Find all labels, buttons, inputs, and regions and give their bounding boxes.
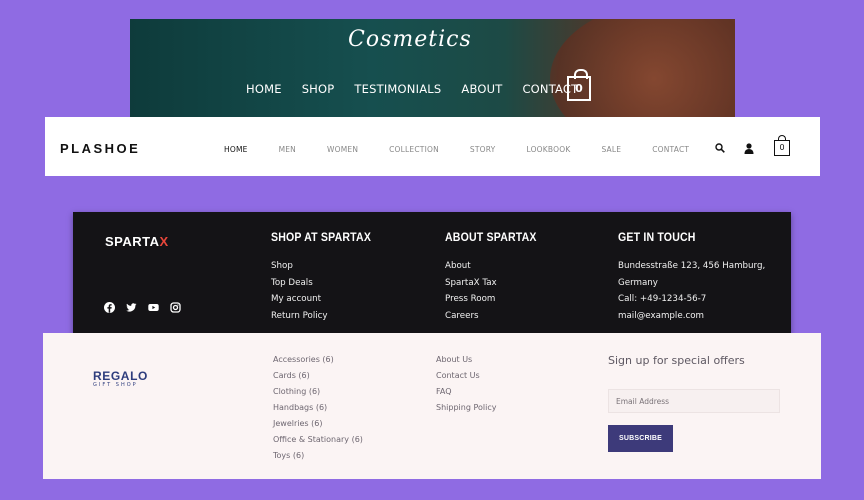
spartax-shop-column: SHOP AT SPARTAX Shop Top Deals My accoun… [271,230,385,324]
regalo-footer: REGALO GIFT SHOP Accessories (6) Cards (… [43,333,821,479]
footer-link-return-policy[interactable]: Return Policy [271,308,385,325]
footer-link-careers[interactable]: Careers [445,308,549,325]
contact-country: Germany [618,277,658,288]
spartax-logo-main: SPARTA [105,234,160,249]
cosmetics-nav: HOME SHOP TESTIMONIALS ABOUT CONTACT [246,82,598,96]
category-link[interactable]: Cards (6) [273,368,363,384]
bag-icon[interactable]: 0 [774,135,790,156]
plashoe-nav-story[interactable]: STORY [470,145,496,154]
plashoe-logo[interactable]: PLASHOE [60,141,140,156]
cosmetics-cart-icon[interactable]: 0 [567,69,591,101]
youtube-icon[interactable] [148,300,159,311]
plashoe-nav-lookbook[interactable]: LOOKBOOK [526,145,570,154]
footer-link-press-room[interactable]: Press Room [445,291,549,308]
footer-link-about[interactable]: About [445,258,549,275]
facebook-icon[interactable] [104,300,115,313]
plashoe-nav-home[interactable]: HOME [224,145,248,154]
category-link[interactable]: Accessories (6) [273,352,363,368]
regalo-logo[interactable]: REGALO GIFT SHOP [93,369,148,388]
category-link[interactable]: Clothing (6) [273,384,363,400]
plashoe-header: PLASHOE HOME MEN WOMEN COLLECTION STORY … [45,117,820,176]
cosmetics-header: Cosmetics HOME SHOP TESTIMONIALS ABOUT C… [130,19,735,117]
user-icon[interactable] [744,143,754,154]
column-title: SHOP AT SPARTAX [271,230,372,244]
plashoe-nav-men[interactable]: MEN [279,145,296,154]
contact-email[interactable]: mail@example.com [618,308,765,325]
footer-link-my-account[interactable]: My account [271,291,385,308]
footer-link-faq[interactable]: FAQ [436,384,496,400]
category-link[interactable]: Jewelries (6) [273,416,363,432]
signup-title: Sign up for special offers [608,354,745,367]
spartax-footer: SPARTAX SHOP AT SPARTAX Shop Top Deals M… [73,212,791,340]
footer-link-about-us[interactable]: About Us [436,352,496,368]
category-list: Accessories (6) Cards (6) Clothing (6) H… [273,352,363,464]
category-link[interactable]: Office & Stationary (6) [273,432,363,448]
spartax-about-column: ABOUT SPARTAX About SpartaX Tax Press Ro… [445,230,549,324]
column-title: ABOUT SPARTAX [445,230,537,244]
footer-link-shop[interactable]: Shop [271,258,385,275]
cosmetics-nav-about[interactable]: ABOUT [461,82,502,96]
hero-background-image [550,19,735,117]
regalo-logo-main: REGALO [93,369,148,383]
cosmetics-nav-testimonials[interactable]: TESTIMONIALS [354,82,441,96]
contact-phone[interactable]: Call: +49-1234-56-7 [618,291,765,308]
subscribe-button[interactable]: SUBSCRIBE [608,425,673,452]
footer-link-shipping-policy[interactable]: Shipping Policy [436,400,496,416]
plashoe-nav: HOME MEN WOMEN COLLECTION STORY LOOKBOOK… [224,145,720,154]
search-icon[interactable] [715,143,725,153]
spartax-logo-accent: X [159,234,169,249]
category-link[interactable]: Handbags (6) [273,400,363,416]
twitter-icon[interactable] [126,300,137,312]
footer-link-spartax-tax[interactable]: SpartaX Tax [445,275,549,292]
plashoe-nav-sale[interactable]: SALE [601,145,621,154]
social-links [104,300,181,313]
category-link[interactable]: Toys (6) [273,448,363,464]
cosmetics-nav-shop[interactable]: SHOP [302,82,335,96]
info-links: About Us Contact Us FAQ Shipping Policy [436,352,496,416]
plashoe-nav-women[interactable]: WOMEN [327,145,358,154]
cosmetics-nav-home[interactable]: HOME [246,82,282,96]
instagram-icon[interactable] [170,300,181,313]
footer-link-top-deals[interactable]: Top Deals [271,275,385,292]
email-field[interactable] [608,389,780,413]
cosmetics-logo[interactable]: Cosmetics [348,27,471,57]
spartax-logo[interactable]: SPARTAX [105,234,169,249]
plashoe-nav-collection[interactable]: COLLECTION [389,145,439,154]
column-title: GET IN TOUCH [618,230,696,244]
spartax-contact-column: GET IN TOUCH Bundesstraße 123, 456 Hambu… [618,230,765,324]
plashoe-nav-contact[interactable]: CONTACT [652,145,689,154]
contact-address: Bundesstraße 123, 456 Hamburg, [618,261,766,271]
footer-link-contact-us[interactable]: Contact Us [436,368,496,384]
